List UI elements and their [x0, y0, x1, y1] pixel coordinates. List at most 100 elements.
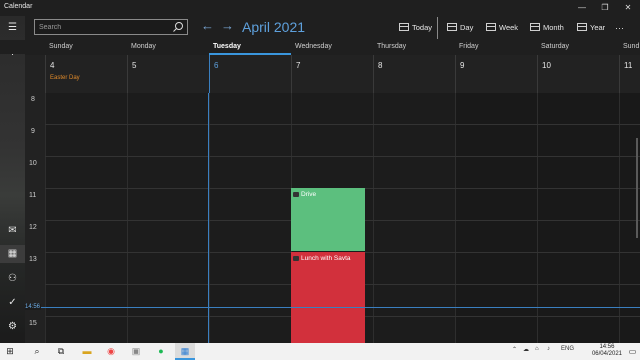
day-column-today[interactable] [209, 93, 291, 343]
month-view-label: Month [543, 23, 564, 32]
hour-label: 15 [29, 320, 37, 327]
previous-month-arrow-icon[interactable]: ← [201, 19, 214, 33]
date-number: 9 [460, 61, 465, 70]
day-view-icon [447, 23, 457, 31]
date-cell[interactable]: 10 [537, 55, 619, 93]
todo-icon[interactable]: ✓ [0, 294, 25, 312]
toolbar: ← → April 2021 Today Day Week Month Year… [25, 16, 640, 40]
taskbar-clock[interactable]: 14:56 06/04/2021 [592, 344, 622, 358]
day-view-button[interactable]: Day [447, 22, 473, 34]
day-column[interactable] [45, 93, 127, 343]
close-button[interactable]: ✕ [616, 0, 640, 16]
date-number: 11 [624, 61, 633, 70]
current-time-label: 14:56 [25, 304, 42, 310]
app-title: Calendar [4, 3, 33, 10]
weekday-name-today: Tuesday [213, 43, 241, 50]
hour-label: 10 [29, 160, 37, 167]
hamburger-menu-icon[interactable]: ☰ [0, 19, 25, 37]
day-column[interactable] [455, 93, 537, 343]
month-view-icon [530, 23, 540, 31]
month-view-button[interactable]: Month [530, 22, 564, 34]
date-cell[interactable]: 7 [291, 55, 373, 93]
event-title: Lunch with Savta [301, 255, 351, 262]
hour-label: 8 [31, 96, 35, 103]
day-view-label: Day [460, 23, 474, 32]
current-time-line [25, 307, 640, 308]
cloud-icon[interactable]: ☁ [523, 346, 529, 353]
file-explorer-icon[interactable]: ▬ [77, 343, 97, 360]
weekday-name: Sund [623, 43, 640, 50]
event-title: Drive [301, 191, 317, 198]
event-drive[interactable]: Drive [291, 188, 365, 251]
weekday-name: Thursday [377, 43, 407, 50]
date-cell[interactable]: 9 [455, 55, 537, 93]
year-view-label: Year [590, 23, 606, 32]
date-cell[interactable]: 11 [619, 55, 640, 93]
date-cell[interactable]: 5 [127, 55, 209, 93]
calendar-icon[interactable]: ▦ [0, 245, 25, 263]
date-number: 6 [214, 61, 219, 70]
month-title[interactable]: April 2021 [242, 19, 305, 35]
week-view-button[interactable]: Week [486, 22, 518, 34]
search-box[interactable] [34, 19, 188, 35]
title-bar: Calendar — ❐ ✕ [0, 0, 640, 16]
event-lunch[interactable]: Lunch with Savta [291, 252, 365, 343]
restaurant-icon [293, 256, 299, 261]
holiday-label[interactable]: Easter Day [50, 75, 80, 81]
app-icon[interactable]: ▣ [126, 343, 146, 360]
calendar-app: Calendar — ❐ ✕ ☰ + ✉ ▦ ⚇ ✓ ⚙ ← → April 2… [0, 0, 640, 343]
today-label: Today [412, 23, 433, 32]
time-grid: 8 9 10 11 12 13 14 15 Drive Lunch with S… [25, 93, 640, 343]
today-icon [399, 23, 409, 31]
week-view-icon [486, 23, 496, 31]
date-row: 4 Easter Day 5 6 7 8 9 10 11 [25, 55, 640, 93]
date-number: 4 [50, 61, 55, 70]
date-number: 5 [132, 61, 137, 70]
year-view-icon [577, 23, 587, 31]
search-icon[interactable] [172, 21, 184, 33]
notifications-icon[interactable]: ▭ [625, 343, 640, 360]
today-button[interactable]: Today [399, 22, 432, 34]
date-number: 10 [542, 61, 551, 70]
network-icon[interactable]: ⌂ [535, 346, 539, 352]
left-navigation-rail: ☰ + ✉ ▦ ⚇ ✓ ⚙ [0, 16, 25, 343]
mail-icon[interactable]: ✉ [0, 222, 25, 240]
date-cell[interactable]: 8 [373, 55, 455, 93]
search-input[interactable] [39, 22, 167, 32]
hour-label: 12 [29, 224, 37, 231]
chrome-icon[interactable]: ◉ [101, 343, 121, 360]
settings-gear-icon[interactable]: ⚙ [0, 318, 25, 336]
clock-time: 14:56 [599, 344, 615, 350]
task-view-icon[interactable]: ⧉ [51, 343, 71, 360]
vertical-scrollbar[interactable] [636, 138, 638, 238]
day-column[interactable] [373, 93, 455, 343]
calendar-taskbar-icon[interactable]: ▦ [175, 343, 195, 360]
maximize-button[interactable]: ❐ [593, 0, 617, 16]
people-icon[interactable]: ⚇ [0, 270, 25, 288]
hour-label: 9 [31, 128, 35, 135]
weekday-name: Monday [131, 43, 156, 50]
start-windows-icon[interactable]: ⊞ [0, 343, 20, 360]
date-number: 8 [378, 61, 383, 70]
minimize-button[interactable]: — [570, 0, 594, 16]
date-number: 7 [296, 61, 301, 70]
hour-divider [45, 124, 640, 125]
volume-icon[interactable]: ♪ [547, 346, 550, 352]
hour-divider [45, 156, 640, 157]
weekday-name: Saturday [541, 43, 570, 50]
toolbar-divider [437, 17, 438, 39]
weekday-header: Sunday Monday Tuesday Wednesday Thursday… [0, 40, 640, 54]
chevron-up-icon[interactable]: ⌃ [512, 346, 517, 353]
more-options-button[interactable]: ··· [615, 22, 624, 34]
week-view-label: Week [499, 23, 519, 32]
next-month-arrow-icon[interactable]: → [221, 19, 234, 33]
search-icon[interactable]: ⌕ [27, 343, 47, 360]
hour-label: 13 [29, 256, 37, 263]
day-column[interactable] [537, 93, 619, 343]
year-view-button[interactable]: Year [577, 22, 605, 34]
language-indicator[interactable]: ENG [561, 346, 574, 352]
day-column[interactable] [127, 93, 209, 343]
date-cell[interactable]: 4 Easter Day [45, 55, 127, 93]
date-cell-today[interactable]: 6 [209, 55, 291, 93]
spotify-icon[interactable]: ● [151, 343, 171, 360]
